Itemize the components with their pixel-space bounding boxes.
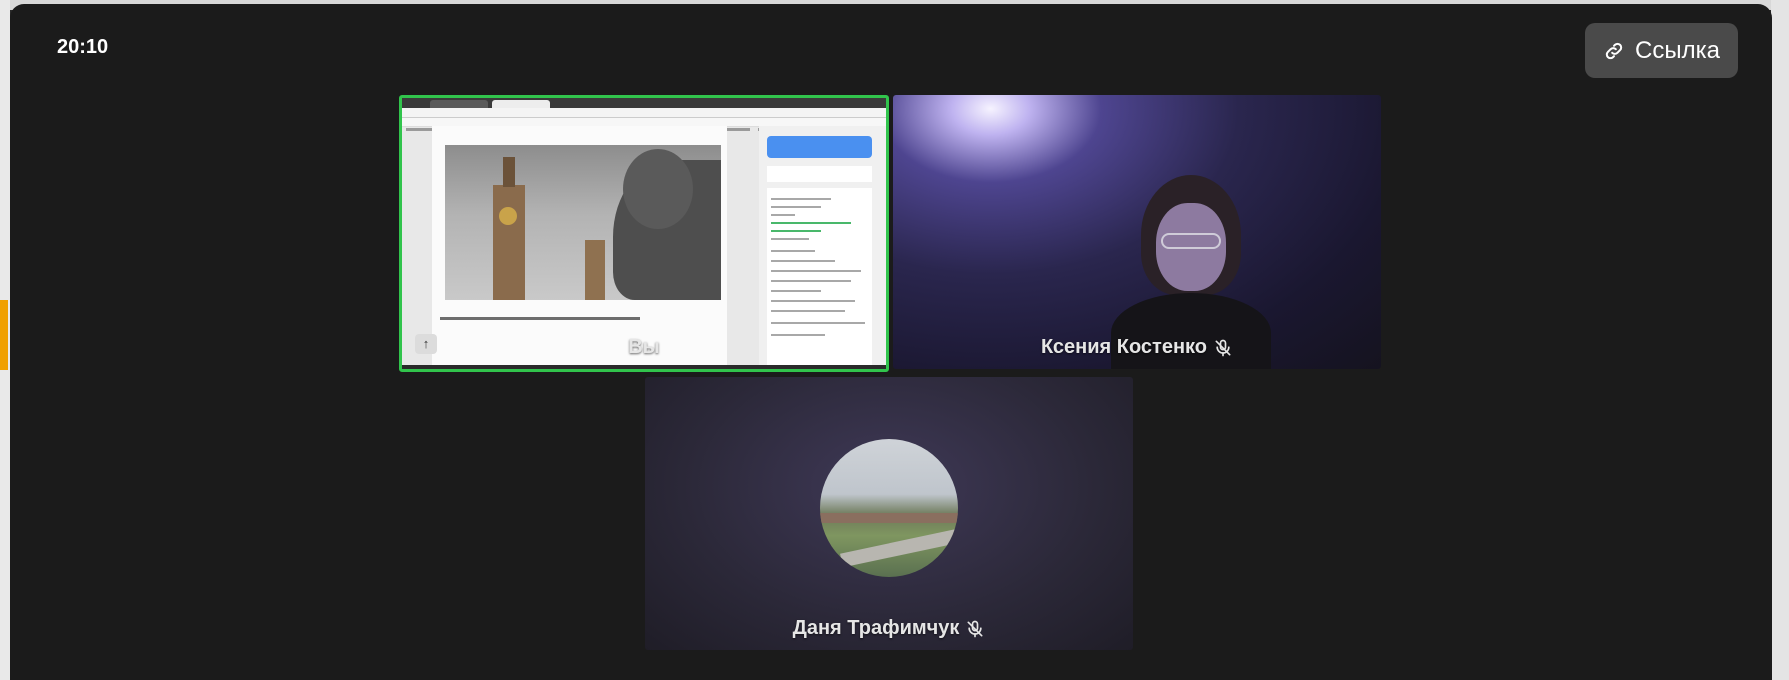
shared-screen-sidebar (759, 126, 886, 369)
participant-tile-kseniya[interactable]: Ксения Костенко (893, 95, 1381, 369)
shared-screen-toolbar (402, 108, 886, 118)
background-page-left (0, 0, 10, 680)
mic-off-icon (967, 620, 983, 637)
participant-name: Вы (628, 336, 660, 358)
avatar (820, 439, 958, 577)
participant-tile-danya[interactable]: Даня Трафимчук (645, 377, 1133, 650)
copy-link-button[interactable]: Ссылка (1585, 23, 1738, 78)
participant-tile-self[interactable]: ↑ Вы (399, 95, 889, 372)
shared-screen-taskbar (402, 365, 886, 369)
background-page-right (1771, 0, 1789, 680)
participant-name: Ксения Костенко (893, 336, 1381, 359)
shared-screen-browser-tabs (402, 98, 886, 108)
shared-screen-photo (445, 145, 721, 300)
shared-screen-caption (440, 317, 640, 320)
call-timer: 20:10 (57, 36, 109, 58)
link-icon (1605, 42, 1623, 59)
mic-off-icon (1215, 339, 1231, 356)
copy-link-label: Ссылка (1635, 36, 1720, 64)
participant-name: Даня Трафимчук (645, 617, 1133, 640)
background-page-element (0, 300, 8, 370)
shared-screen-tab-active (492, 100, 550, 108)
shared-screen-tab (430, 100, 488, 108)
